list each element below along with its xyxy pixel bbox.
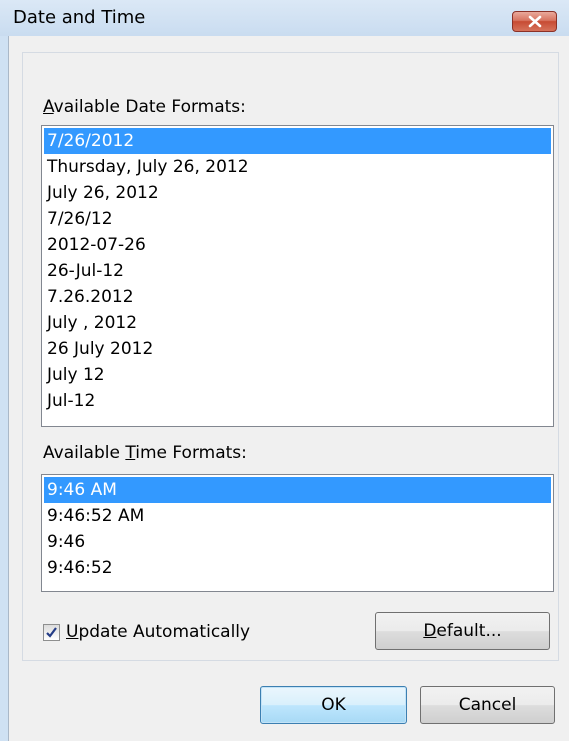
- list-item[interactable]: 2012-07-26: [44, 232, 551, 258]
- ok-button[interactable]: OK: [260, 686, 407, 724]
- list-item[interactable]: 9:46: [44, 529, 551, 555]
- close-icon: [528, 15, 542, 28]
- time-formats-label: Available Time Formats:: [43, 443, 247, 463]
- list-item[interactable]: 26-Jul-12: [44, 258, 551, 284]
- update-automatically-label[interactable]: Update Automatically: [66, 622, 250, 642]
- time-formats-listbox[interactable]: 9:46 AM 9:46:52 AM 9:46 9:46:52: [41, 474, 554, 592]
- list-item[interactable]: Thursday, July 26, 2012: [44, 154, 551, 180]
- window-title: Date and Time: [13, 7, 146, 28]
- list-item[interactable]: July , 2012: [44, 310, 551, 336]
- list-item[interactable]: Jul-12: [44, 388, 551, 414]
- list-item[interactable]: 7/26/2012: [44, 128, 551, 154]
- list-item[interactable]: July 12: [44, 362, 551, 388]
- title-bar[interactable]: Date and Time: [0, 0, 569, 36]
- list-item[interactable]: 9:46 AM: [44, 477, 551, 503]
- update-automatically-checkbox[interactable]: [43, 624, 60, 641]
- list-item[interactable]: 9:46:52 AM: [44, 503, 551, 529]
- date-formats-listbox[interactable]: 7/26/2012 Thursday, July 26, 2012 July 26,…: [41, 125, 554, 427]
- list-item[interactable]: 7/26/12: [44, 206, 551, 232]
- dialog-window: Date and Time Available Date Formats: 7/…: [0, 0, 569, 741]
- cancel-button[interactable]: Cancel: [420, 686, 555, 724]
- list-item[interactable]: July 26, 2012: [44, 180, 551, 206]
- close-button[interactable]: [512, 11, 557, 32]
- list-item[interactable]: 7.26.2012: [44, 284, 551, 310]
- list-item[interactable]: 26 July 2012: [44, 336, 551, 362]
- list-item[interactable]: 9:46:52: [44, 555, 551, 581]
- checkmark-icon: [46, 627, 57, 638]
- date-formats-label: Available Date Formats:: [43, 97, 246, 117]
- default-button[interactable]: Default...: [375, 612, 550, 650]
